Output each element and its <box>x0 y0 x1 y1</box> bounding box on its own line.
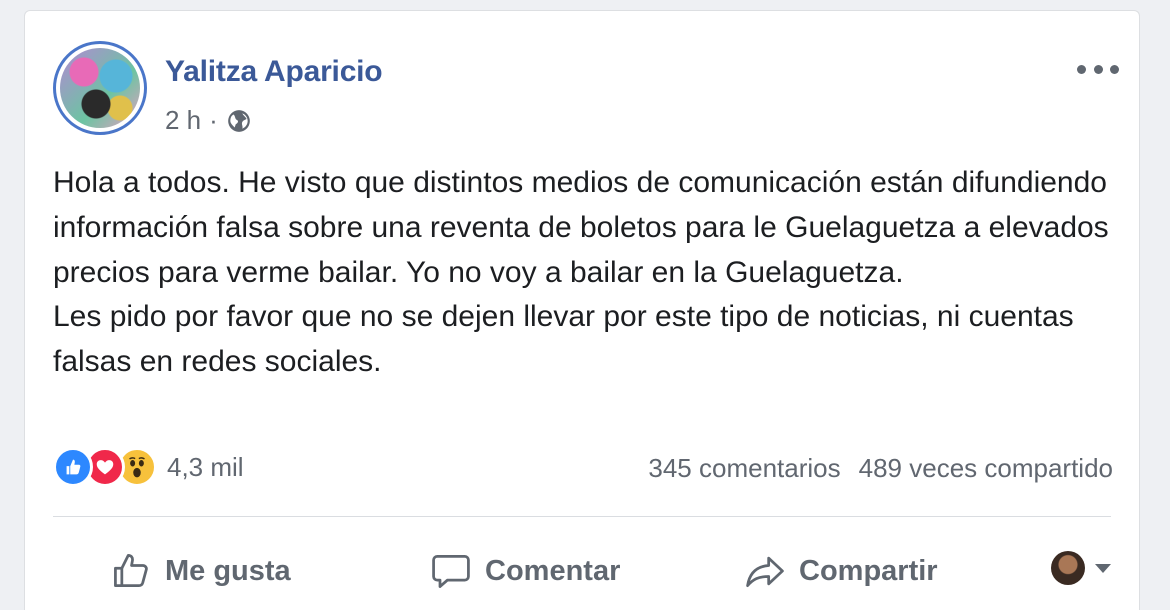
react-as-selector[interactable] <box>1051 551 1111 585</box>
reaction-count[interactable]: 4,3 mil <box>167 452 244 483</box>
comments-count[interactable]: 345 comentarios <box>648 453 840 484</box>
avatar-image <box>60 48 140 128</box>
post-header: Yalitza Aparicio 2 h · <box>53 41 1119 141</box>
post-meta: 2 h · <box>165 105 252 136</box>
globe-icon[interactable] <box>226 108 252 134</box>
post-body: Hola a todos. He visto que distintos med… <box>53 161 1113 385</box>
dot-icon <box>1110 64 1119 74</box>
dot-icon <box>1077 64 1086 74</box>
post-paragraph: Les pido por favor que no se dejen lleva… <box>53 300 1074 379</box>
like-reaction-icon <box>53 447 93 487</box>
reactions-summary[interactable]: 4,3 mil <box>53 447 244 487</box>
user-avatar <box>1051 551 1085 585</box>
shares-count[interactable]: 489 veces compartido <box>859 453 1113 484</box>
more-options-button[interactable] <box>1077 59 1119 79</box>
post-paragraph: Hola a todos. He visto que distintos med… <box>53 166 1109 289</box>
dot-icon <box>1093 64 1103 74</box>
post-time[interactable]: 2 h <box>165 105 201 136</box>
comment-button-label: Comentar <box>485 554 621 587</box>
share-button[interactable]: Compartir <box>743 541 938 601</box>
caret-down-icon <box>1095 563 1111 573</box>
comment-button[interactable]: Comentar <box>429 541 620 601</box>
thumbs-up-icon <box>114 554 148 588</box>
engagement-counts: 345 comentarios 489 veces compartido <box>648 453 1113 484</box>
comment-icon <box>432 554 470 588</box>
author-avatar[interactable] <box>53 41 147 135</box>
actions-divider <box>53 516 1111 517</box>
post-card: Yalitza Aparicio 2 h · Hola a todos. He … <box>24 10 1140 610</box>
like-button[interactable]: Me gusta <box>109 541 291 601</box>
like-button-label: Me gusta <box>165 554 291 587</box>
author-name[interactable]: Yalitza Aparicio <box>165 55 383 89</box>
share-button-label: Compartir <box>799 554 938 587</box>
post-stats: 4,3 mil 345 comentarios 489 veces compar… <box>53 447 1113 491</box>
share-arrow-icon <box>746 556 784 588</box>
meta-separator: · <box>209 105 218 135</box>
action-bar: Me gusta Comentar Compartir <box>53 541 1113 601</box>
